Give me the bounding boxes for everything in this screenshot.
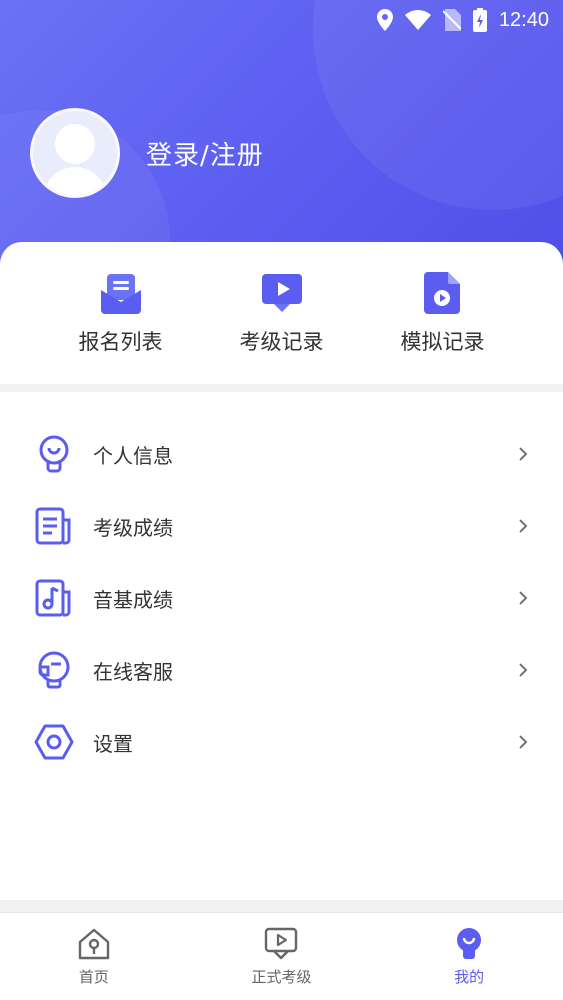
chevron-right-icon [519,663,528,677]
menu-item-online-service[interactable]: 在线客服 [0,634,563,706]
mail-open-icon [100,274,141,314]
no-sim-icon [442,9,461,31]
battery-charging-icon [472,8,487,32]
menu-item-label: 设置 [93,731,133,756]
tab-label: 首页 [78,968,109,986]
quick-action-signup-list[interactable]: 报名列表 [61,270,181,384]
tab-mine[interactable]: 我的 [409,926,529,987]
quick-action-exam-records[interactable]: 考级记录 [222,270,342,384]
profile-bulb-icon [457,928,482,959]
settings-hex-icon [34,724,74,760]
file-video-icon [423,272,460,314]
wifi-icon [404,10,431,30]
menu-item-theory-scores[interactable]: 音基成绩 [0,562,563,634]
quick-action-mock-records[interactable]: 模拟记录 [383,270,503,384]
video-play-icon [261,274,302,312]
location-icon [376,9,393,31]
chevron-right-icon [519,447,528,461]
bottom-tab-bar: 首页 正式考级 我的 [0,912,563,1000]
menu-item-personal-info[interactable]: 个人信息 [0,418,563,490]
chevron-right-icon [519,591,528,605]
exam-play-icon [265,927,298,960]
quick-action-label: 模拟记录 [400,330,485,354]
quick-actions-card: 报名列表 考级记录 模拟记录 [0,242,563,384]
home-icon [78,928,110,960]
menu-item-settings[interactable]: 设置 [0,706,563,778]
tab-label: 正式考级 [251,968,312,986]
chevron-right-icon [519,519,528,533]
status-time: 12:40 [498,8,549,31]
avatar[interactable] [30,108,120,198]
login-register-link[interactable]: 登录/注册 [146,135,264,172]
chevron-right-icon [519,735,528,749]
profile-row[interactable]: 登录/注册 [30,108,264,198]
status-bar: 12:40 [0,0,563,40]
tab-formal-exam[interactable]: 正式考级 [221,926,341,987]
document-icon [35,507,71,545]
menu-item-label: 在线客服 [93,659,173,684]
quick-action-label: 考级记录 [239,330,324,354]
headset-icon [38,651,70,689]
tab-label: 我的 [454,968,485,986]
menu-item-label: 考级成绩 [93,515,173,540]
menu-item-label: 个人信息 [93,443,173,468]
user-pin-icon [39,435,69,473]
music-doc-icon [35,579,71,617]
quick-action-label: 报名列表 [78,330,163,354]
menu-item-label: 音基成绩 [93,587,173,612]
settings-menu: 个人信息 考级成绩 音基成绩 在线客服 设置 [0,392,563,900]
tab-home[interactable]: 首页 [34,926,154,987]
menu-item-exam-scores[interactable]: 考级成绩 [0,490,563,562]
